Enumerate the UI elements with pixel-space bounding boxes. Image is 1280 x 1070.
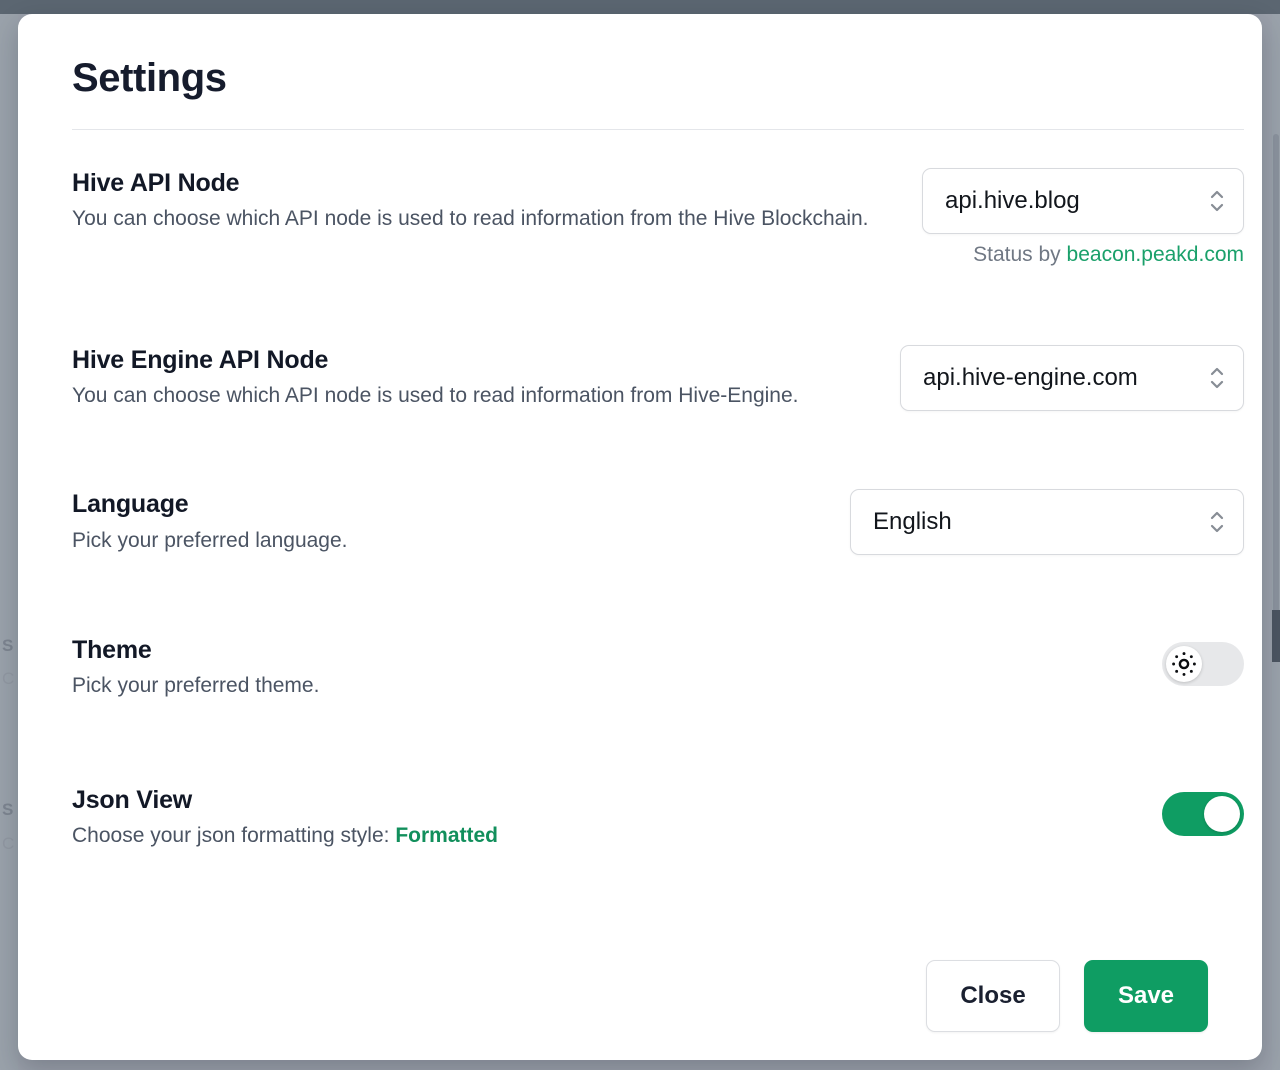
backdrop-ghost-text: S <box>2 800 14 819</box>
select-status-hive-api: Status by beacon.peakd.com <box>973 243 1244 267</box>
setting-row-json-view: Json View Choose your json formatting st… <box>72 785 1244 851</box>
setting-row-language: Language Pick your preferred language. E… <box>72 489 1244 556</box>
select-value-language: English <box>873 508 952 536</box>
theme-toggle[interactable] <box>1162 641 1244 686</box>
setting-description-hive-engine-api: You can choose which API node is used to… <box>72 384 799 408</box>
chevron-up-down-icon <box>1209 187 1225 215</box>
setting-text-hive-engine-api: Hive Engine API Node You can choose whic… <box>72 345 798 411</box>
chevron-up-down-icon <box>1209 508 1225 536</box>
backdrop-right-gutter <box>1272 14 1280 1070</box>
theme-toggle-knob <box>1166 645 1202 682</box>
setting-text-hive-api: Hive API Node You can choose which API n… <box>72 168 869 234</box>
setting-row-theme: Theme Pick your preferred theme. <box>72 635 1244 701</box>
select-hive-engine-api-node[interactable]: api.hive-engine.com <box>900 345 1244 411</box>
setting-row-hive-engine-api: Hive Engine API Node You can choose whic… <box>72 345 1244 411</box>
select-language[interactable]: English <box>850 489 1244 556</box>
setting-text-language: Language Pick your preferred language. <box>72 489 348 555</box>
backdrop-ghost-text: C <box>2 669 15 688</box>
select-value-hive-api: api.hive.blog <box>945 187 1080 214</box>
close-button[interactable]: Close <box>926 960 1060 1032</box>
setting-title-theme: Theme <box>72 635 152 664</box>
title-divider <box>72 129 1244 130</box>
setting-title-json-view: Json View <box>72 785 193 814</box>
setting-description-theme: Pick your preferred theme. <box>72 673 320 697</box>
setting-title-language: Language <box>72 490 189 519</box>
select-hive-api-node[interactable]: api.hive.blog <box>922 168 1244 234</box>
setting-description-json-view: Choose your json formatting style: Forma… <box>72 821 498 851</box>
sun-icon <box>1171 651 1197 677</box>
json-view-toggle-knob <box>1204 795 1240 832</box>
setting-title-hive-api: Hive API Node <box>72 169 240 197</box>
settings-modal: Settings Hive API Node You can choose wh… <box>18 14 1262 1060</box>
backdrop-content-sliver <box>1272 610 1280 662</box>
json-view-toggle[interactable] <box>1162 791 1244 836</box>
toggle-cell-json-view <box>1162 785 1244 836</box>
backdrop-ghost-text: C <box>2 834 15 853</box>
chevron-up-down-icon <box>1209 364 1225 392</box>
json-view-format-value: Formatted <box>395 824 499 848</box>
save-button[interactable]: Save <box>1084 960 1208 1032</box>
json-view-description-label: Choose your json formatting style: <box>72 824 396 848</box>
browser-top-bar <box>0 0 1280 14</box>
backdrop-ghost-text: S <box>2 636 14 655</box>
setting-title-hive-engine-api: Hive Engine API Node <box>72 346 329 374</box>
select-wrap-hive-api: api.hive.blog Status by beacon.peakd.com <box>922 168 1244 267</box>
setting-description-hive-api: You can choose which API node is used to… <box>72 207 869 231</box>
toggle-cell-theme <box>1162 635 1244 686</box>
page-title: Settings <box>72 56 227 100</box>
setting-text-theme: Theme Pick your preferred theme. <box>72 635 319 701</box>
setting-row-hive-api: Hive API Node You can choose which API n… <box>72 168 1244 267</box>
modal-footer: Close Save <box>926 960 1208 1032</box>
setting-text-json-view: Json View Choose your json formatting st… <box>72 785 498 851</box>
select-wrap-language: English <box>850 489 1244 556</box>
status-prefix-label: Status by <box>973 243 1061 266</box>
page-scrollbar[interactable] <box>1273 134 1279 634</box>
setting-description-language: Pick your preferred language. <box>72 528 348 552</box>
select-wrap-hive-engine-api: api.hive-engine.com <box>900 345 1244 411</box>
backdrop-left-gutter: S C S C <box>0 14 18 1070</box>
select-value-hive-engine-api: api.hive-engine.com <box>923 364 1138 391</box>
status-provider-link[interactable]: beacon.peakd.com <box>1067 243 1244 266</box>
